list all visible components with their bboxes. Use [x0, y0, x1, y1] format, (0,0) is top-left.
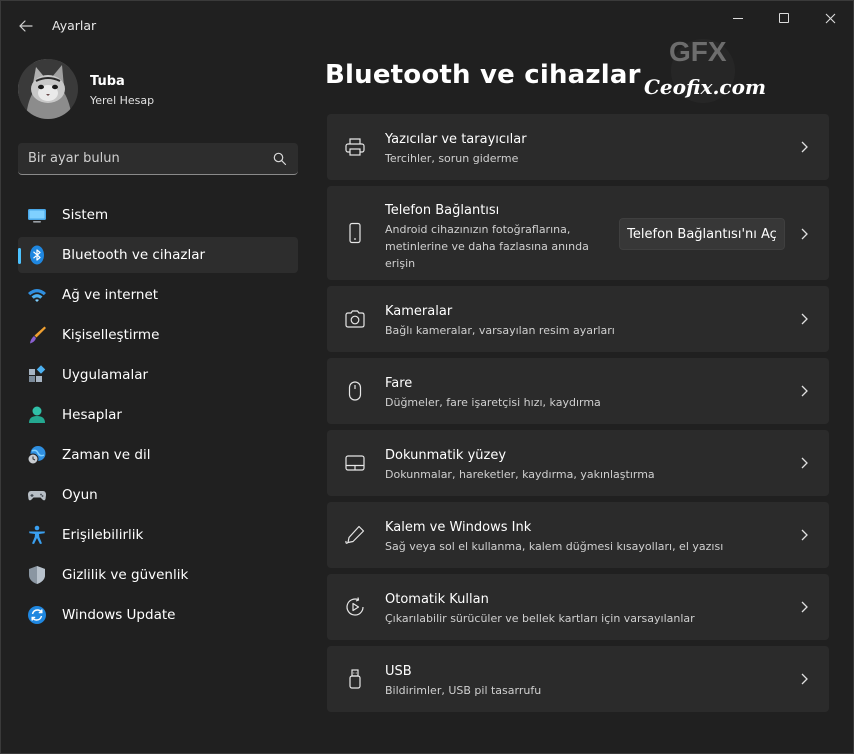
card-title: Dokunmatik yüzey — [385, 448, 507, 463]
globe-clock-icon — [27, 446, 46, 465]
back-arrow-icon — [19, 20, 33, 32]
minimize-icon — [733, 17, 743, 19]
touchpad-icon — [345, 455, 365, 471]
wifi-icon — [28, 289, 46, 302]
sidebar-nav: Sistem Bluetooth ve cihazlar Ağ ve inter… — [18, 197, 298, 637]
card-autoplay[interactable]: Otomatik Kullan Çıkarılabilir sürücüler … — [327, 574, 829, 640]
back-button[interactable] — [13, 13, 39, 39]
cat-photo-icon — [18, 59, 78, 119]
card-title: Fare — [385, 376, 413, 391]
mouse-icon — [348, 381, 362, 401]
card-description: Çıkarılabilir sürücüler ve bellek kartla… — [385, 612, 695, 625]
accessibility-icon — [29, 525, 45, 544]
chevron-right-icon — [801, 457, 808, 469]
card-title: Telefon Bağlantısı — [385, 203, 500, 218]
sidebar-item-label: Bluetooth ve cihazlar — [62, 247, 206, 263]
chevron-right-icon — [801, 529, 808, 541]
printer-icon — [345, 138, 365, 156]
card-title: Kalem ve Windows Ink — [385, 520, 532, 535]
gamepad-icon — [28, 491, 46, 501]
sidebar-item-label: Ağ ve internet — [62, 287, 159, 303]
search-box — [18, 143, 298, 175]
card-description: Dokunmalar, hareketler, kaydırma, yakınl… — [385, 468, 655, 481]
watermark-gfx-text: GFX — [669, 36, 727, 67]
card-phone-link[interactable]: Telefon Bağlantısı Android cihazınızın f… — [327, 186, 829, 280]
usb-icon — [349, 669, 361, 689]
close-button[interactable] — [807, 1, 853, 35]
open-phone-link-button[interactable]: Telefon Bağlantısı'nı Aç — [619, 218, 785, 250]
search-icon[interactable] — [272, 151, 288, 167]
sidebar-item-label: Uygulamalar — [62, 367, 149, 383]
phone-icon — [349, 222, 361, 244]
watermark-logo: GFX Ceofix.com — [631, 35, 771, 105]
window-title: Ayarlar — [52, 18, 97, 33]
card-description: Android cihazınızın fotoğraflarına, meti… — [385, 223, 589, 270]
sidebar-item-accessibility[interactable]: Erişilebilirlik — [18, 517, 298, 553]
sidebar-item-label: Windows Update — [62, 607, 176, 623]
sidebar-item-label: Gizlilik ve güvenlik — [62, 567, 189, 583]
monitor-icon — [28, 209, 46, 223]
sidebar-item-time-language[interactable]: Zaman ve dil — [18, 437, 298, 473]
sidebar-item-label: Kişiselleştirme — [62, 327, 160, 343]
card-usb[interactable]: USB Bildirimler, USB pil tasarrufu — [327, 646, 829, 712]
search-input[interactable] — [28, 143, 258, 174]
paintbrush-icon — [30, 326, 46, 344]
sidebar-item-label: Oyun — [62, 487, 98, 503]
card-title: Yazıcılar ve tarayıcılar — [385, 132, 527, 147]
minimize-button[interactable] — [715, 1, 761, 35]
pen-icon — [345, 525, 365, 544]
settings-window: Ayarlar Tuba Yerel Hesap Bir ayar bulun … — [0, 0, 854, 754]
sidebar-item-label: Zaman ve dil — [62, 447, 151, 463]
card-title: Kameralar — [385, 304, 453, 319]
maximize-button[interactable] — [761, 1, 807, 35]
sidebar-item-sistem[interactable]: Sistem — [18, 197, 298, 233]
page-title: Bluetooth ve cihazlar — [325, 60, 641, 90]
card-description: Bağlı kameralar, varsayılan resim ayarla… — [385, 324, 615, 337]
card-description: Sağ veya sol el kullanma, kalem düğmesi … — [385, 540, 724, 553]
sidebar-item-accounts[interactable]: Hesaplar — [18, 397, 298, 433]
sidebar-item-apps[interactable]: Uygulamalar — [18, 357, 298, 393]
chevron-right-icon — [801, 601, 808, 613]
chevron-right-icon — [801, 141, 808, 153]
avatar[interactable] — [18, 59, 78, 119]
card-title: USB — [385, 664, 412, 679]
apps-icon — [29, 365, 46, 382]
watermark-site-text: Ceofix.com — [644, 75, 767, 99]
sidebar-item-network[interactable]: Ağ ve internet — [18, 277, 298, 313]
card-description: Tercihler, sorun giderme — [385, 152, 519, 165]
sidebar-item-label: Sistem — [62, 207, 109, 223]
chevron-right-icon — [801, 673, 808, 685]
card-description: Düğmeler, fare işaretçisi hızı, kaydırma — [385, 396, 601, 409]
sidebar-item-personalization[interactable]: Kişiselleştirme — [18, 317, 298, 353]
card-mouse[interactable]: Fare Düğmeler, fare işaretçisi hızı, kay… — [327, 358, 829, 424]
autoplay-icon — [346, 597, 364, 616]
card-printers[interactable]: Yazıcılar ve tarayıcılar Tercihler, soru… — [327, 114, 829, 180]
card-description: Bildirimler, USB pil tasarrufu — [385, 684, 542, 697]
close-icon — [825, 13, 835, 23]
account-type: Yerel Hesap — [90, 94, 155, 107]
chevron-right-icon — [801, 385, 808, 397]
user-name: Tuba — [90, 74, 125, 89]
card-cameras[interactable]: Kameralar Bağlı kameralar, varsayılan re… — [327, 286, 829, 352]
camera-icon — [345, 310, 365, 328]
update-icon — [28, 606, 46, 624]
chevron-right-icon — [801, 228, 808, 240]
shield-icon — [29, 566, 45, 584]
sidebar-item-label: Hesaplar — [62, 407, 122, 423]
person-icon — [29, 406, 45, 423]
card-touchpad[interactable]: Dokunmatik yüzey Dokunmalar, hareketler,… — [327, 430, 829, 496]
bluetooth-icon — [30, 245, 44, 265]
card-pen-ink[interactable]: Kalem ve Windows Ink Sağ veya sol el kul… — [327, 502, 829, 568]
maximize-icon — [779, 13, 789, 23]
chevron-right-icon — [801, 313, 808, 325]
sidebar-item-windows-update[interactable]: Windows Update — [18, 597, 298, 633]
card-title: Otomatik Kullan — [385, 592, 489, 607]
sidebar-item-gaming[interactable]: Oyun — [18, 477, 298, 513]
sidebar-item-privacy[interactable]: Gizlilik ve güvenlik — [18, 557, 298, 593]
sidebar-item-label: Erişilebilirlik — [62, 527, 144, 543]
sidebar-item-bluetooth[interactable]: Bluetooth ve cihazlar — [18, 237, 298, 273]
